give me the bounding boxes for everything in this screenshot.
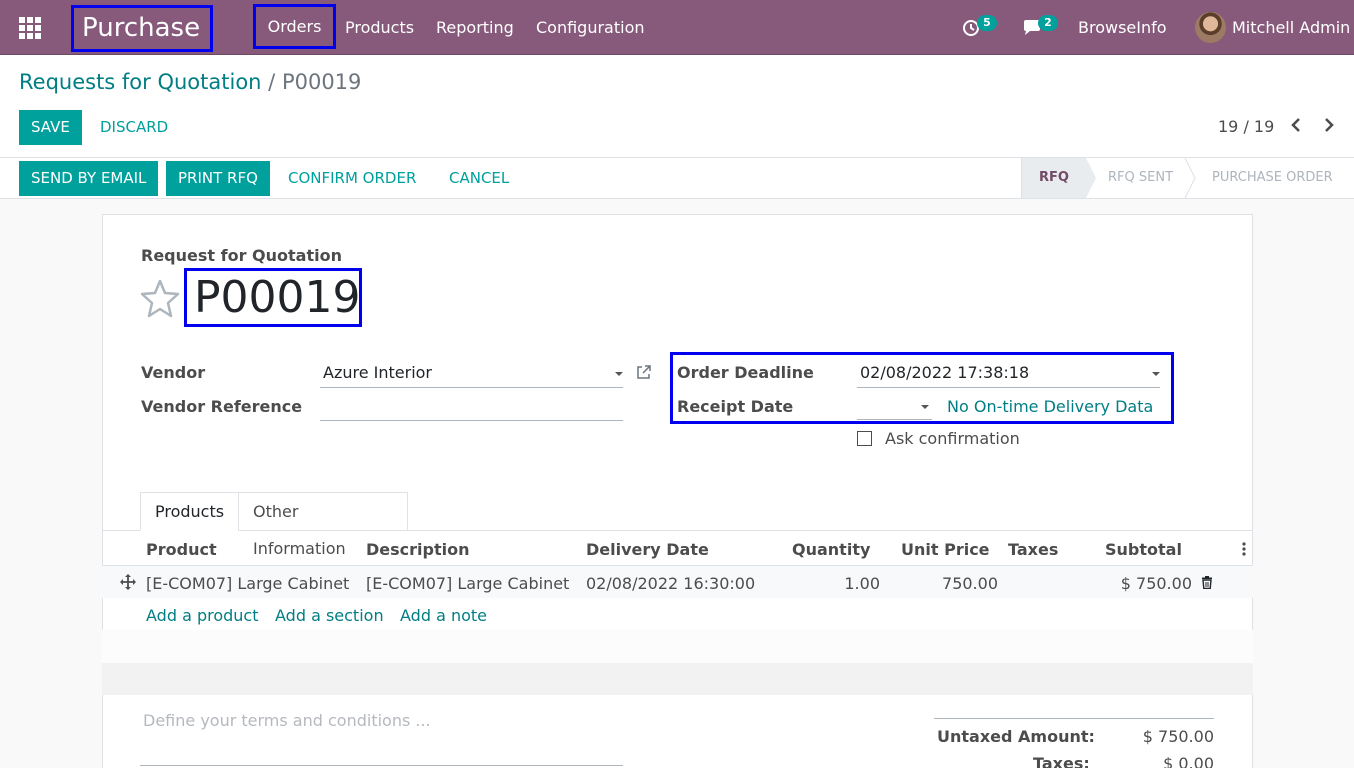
breadcrumb-parent-link[interactable]: Requests for Quotation — [19, 70, 261, 94]
taxes-value: $ 0.00 — [1163, 754, 1214, 768]
column-header-description[interactable]: Description — [366, 540, 469, 559]
activity-count-badge: 5 — [977, 15, 997, 31]
vendor-reference-label: Vendor Reference — [141, 397, 303, 416]
row-delivery-date[interactable]: 02/08/2022 16:30:00 — [586, 574, 755, 593]
add-note-link[interactable]: Add a note — [400, 606, 487, 625]
menu-products[interactable]: Products — [345, 0, 414, 55]
ask-confirmation-label[interactable]: Ask confirmation — [885, 429, 1020, 448]
breadcrumb-current: P00019 — [281, 70, 362, 94]
row-subtotal: $ 750.00 — [1120, 574, 1192, 593]
company-switcher[interactable]: BrowseInfo — [1078, 0, 1167, 55]
confirm-order-button[interactable]: CONFIRM ORDER — [288, 161, 416, 196]
pager-next-icon[interactable] — [1323, 117, 1335, 133]
menu-configuration[interactable]: Configuration — [536, 0, 645, 55]
table-footer — [102, 663, 1253, 695]
on-time-delivery-text: No On-time Delivery Data — [947, 397, 1154, 416]
optional-columns-icon[interactable] — [1241, 542, 1247, 556]
status-stage-purchase-order[interactable]: PURCHASE ORDER — [1212, 158, 1333, 198]
vendor-value[interactable]: Azure Interior — [323, 363, 432, 382]
top-navbar: Purchase Orders Products Reporting Confi… — [0, 0, 1354, 55]
control-panel: Requests for Quotation / P00019 SAVE DIS… — [0, 55, 1354, 158]
menu-reporting[interactable]: Reporting — [436, 0, 514, 55]
status-arrow-icon — [1086, 158, 1096, 198]
send-by-email-button[interactable]: SEND BY EMAIL — [19, 161, 159, 196]
column-header-quantity[interactable]: Quantity — [792, 540, 870, 559]
trash-icon[interactable] — [1201, 576, 1213, 589]
receipt-date-field[interactable] — [857, 386, 932, 420]
order-deadline-dropdown-icon[interactable] — [1152, 372, 1160, 376]
order-deadline-value[interactable]: 02/08/2022 17:38:18 — [860, 363, 1029, 382]
form-statusbar: SEND BY EMAIL PRINT RFQ CONFIRM ORDER CA… — [0, 158, 1354, 199]
column-header-product[interactable]: Product — [146, 540, 217, 559]
status-stage-rfq[interactable]: RFQ — [1022, 158, 1086, 198]
terms-conditions-underline — [140, 765, 623, 766]
totals-divider — [934, 718, 1214, 719]
column-header-unit-price[interactable]: Unit Price — [901, 540, 990, 559]
messages-count-badge: 2 — [1038, 15, 1058, 31]
external-link-icon[interactable] — [636, 364, 652, 380]
activity-button[interactable]: 5 — [960, 0, 1000, 55]
taxes-label: Taxes: — [1033, 754, 1090, 768]
cancel-button[interactable]: CANCEL — [449, 161, 509, 196]
messages-button[interactable]: 2 — [1021, 0, 1061, 55]
save-button[interactable]: SAVE — [19, 110, 82, 145]
star-icon[interactable] — [139, 278, 181, 318]
user-avatar[interactable] — [1195, 12, 1226, 43]
app-title[interactable]: Purchase — [71, 5, 213, 52]
tab-products[interactable]: Products — [140, 492, 239, 531]
status-chevron-icon — [1184, 158, 1196, 198]
status-stage-rfq-sent[interactable]: RFQ SENT — [1108, 158, 1173, 198]
discard-button[interactable]: DISCARD — [100, 110, 168, 145]
tab-other-information[interactable]: Other Information — [239, 492, 408, 558]
untaxed-amount-label: Untaxed Amount: — [937, 727, 1095, 746]
drag-handle-icon[interactable] — [120, 574, 136, 590]
add-section-link[interactable]: Add a section — [275, 606, 384, 625]
order-deadline-label: Order Deadline — [677, 363, 814, 382]
ask-confirmation-checkbox[interactable] — [857, 431, 872, 446]
empty-row — [102, 630, 1253, 663]
user-menu[interactable]: Mitchell Admin — [1232, 0, 1350, 55]
document-name: P00019 — [184, 268, 362, 327]
untaxed-amount-value: $ 750.00 — [1142, 727, 1214, 746]
add-product-link[interactable]: Add a product — [146, 606, 259, 625]
receipt-date-dropdown-icon[interactable] — [921, 405, 929, 409]
row-unit-price[interactable]: 750.00 — [918, 574, 998, 593]
document-type-label: Request for Quotation — [141, 246, 342, 265]
breadcrumb-separator: / — [268, 70, 276, 94]
print-rfq-button[interactable]: PRINT RFQ — [166, 161, 270, 196]
terms-conditions-placeholder[interactable]: Define your terms and conditions ... — [143, 711, 431, 730]
column-header-delivery-date[interactable]: Delivery Date — [586, 540, 709, 559]
column-header-taxes[interactable]: Taxes — [1008, 540, 1058, 559]
apps-menu-icon[interactable] — [19, 17, 41, 39]
receipt-date-label: Receipt Date — [677, 397, 794, 416]
row-product[interactable]: [E-COM07] Large Cabinet — [146, 574, 349, 593]
pager-previous-icon[interactable] — [1290, 117, 1302, 133]
vendor-label: Vendor — [141, 363, 206, 382]
pager-value[interactable]: 19 / 19 — [1218, 117, 1274, 136]
vendor-dropdown-icon[interactable] — [615, 372, 623, 376]
breadcrumb: Requests for Quotation / P00019 — [19, 70, 361, 94]
row-description[interactable]: [E-COM07] Large Cabinet — [366, 574, 569, 593]
vendor-reference-input[interactable] — [320, 387, 623, 421]
menu-orders[interactable]: Orders — [253, 4, 336, 49]
row-quantity[interactable]: 1.00 — [820, 574, 880, 593]
column-header-subtotal[interactable]: Subtotal — [1105, 540, 1182, 559]
